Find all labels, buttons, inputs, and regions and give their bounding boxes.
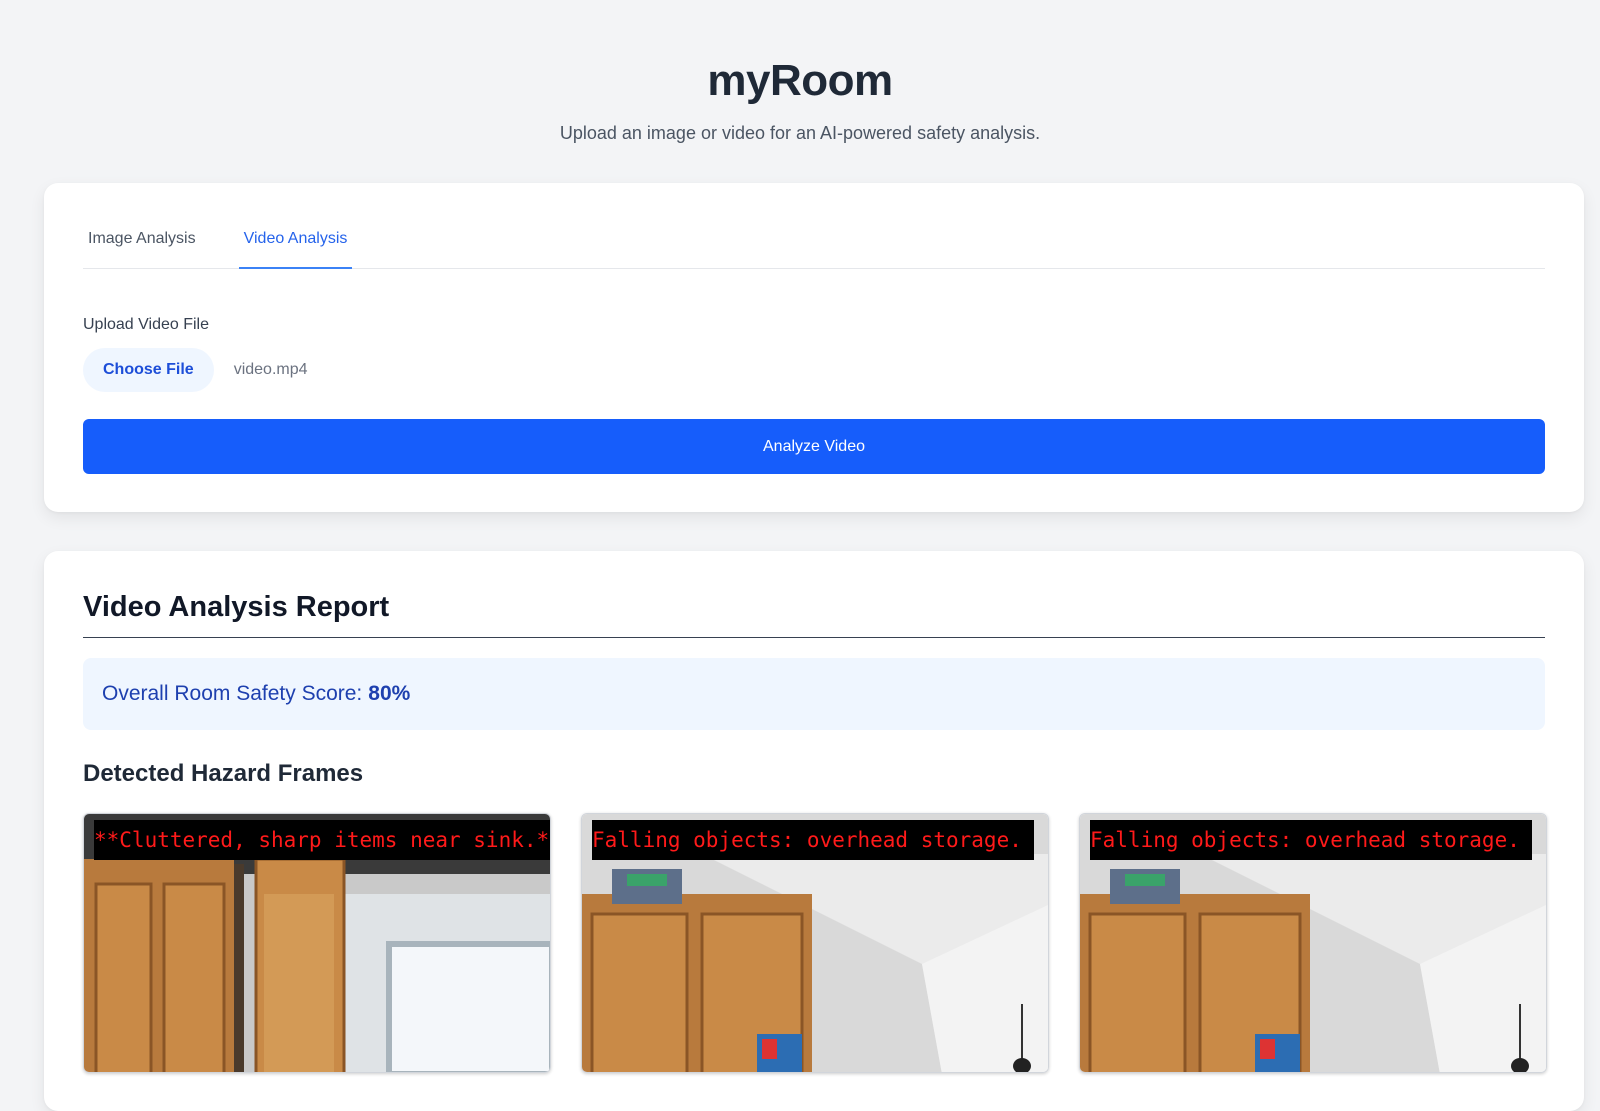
app-title: myRoom: [707, 56, 893, 105]
file-input-row: Choose File video.mp4: [83, 348, 308, 392]
report-title: Video Analysis Report: [83, 591, 1545, 638]
upload-card: Image Analysis Video Analysis Upload Vid…: [44, 183, 1584, 512]
page-header: myRoom Upload an image or video for an A…: [0, 0, 1600, 144]
score-label: Overall Room Safety Score:: [102, 682, 363, 705]
hazard-frame: Falling objects: overhead storage.: [581, 813, 1049, 1073]
analysis-tabs: Image Analysis Video Analysis: [83, 227, 1545, 269]
hazard-frames-heading: Detected Hazard Frames: [83, 760, 364, 787]
safety-score-box: Overall Room Safety Score: 80%: [83, 658, 1545, 730]
hazard-frames-list: **Cluttered, sharp items near sink.** Fa…: [83, 813, 1547, 1073]
hazard-frame: Falling objects: overhead storage.: [1079, 813, 1547, 1073]
frame-caption: Falling objects: overhead storage.: [592, 820, 1034, 860]
tab-video-analysis[interactable]: Video Analysis: [238, 227, 353, 269]
analyze-video-button[interactable]: Analyze Video: [83, 419, 1545, 474]
selected-file-name: video.mp4: [233, 361, 308, 378]
app-subtitle: Upload an image or video for an AI-power…: [559, 123, 1041, 143]
report-card: Video Analysis Report Overall Room Safet…: [44, 551, 1584, 1111]
hazard-frame: **Cluttered, sharp items near sink.**: [83, 813, 551, 1073]
tab-image-analysis[interactable]: Image Analysis: [83, 227, 201, 269]
choose-file-button[interactable]: Choose File: [83, 348, 214, 392]
score-value: 80%: [368, 682, 411, 705]
frame-caption: **Cluttered, sharp items near sink.**: [94, 820, 550, 860]
frame-caption: Falling objects: overhead storage.: [1090, 820, 1532, 860]
upload-label: Upload Video File: [83, 316, 210, 333]
